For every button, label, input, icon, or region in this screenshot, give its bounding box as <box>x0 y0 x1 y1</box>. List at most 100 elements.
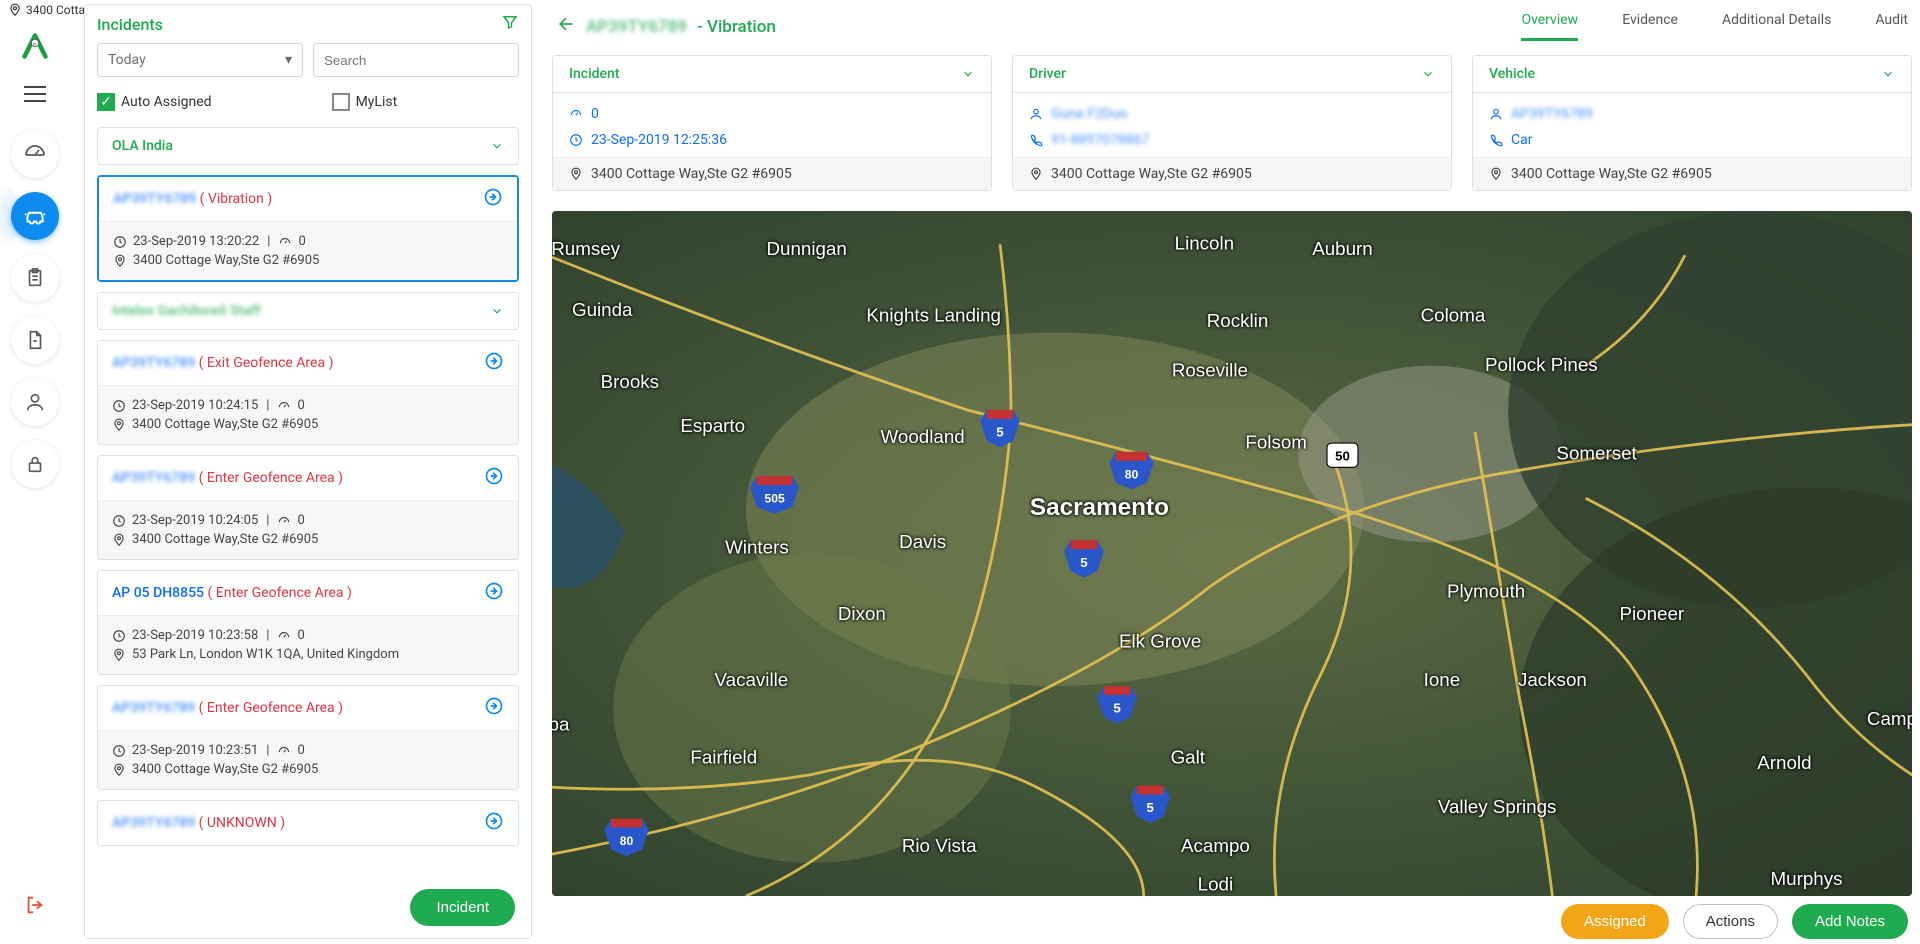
map-city-label: Fairfield <box>690 746 757 767</box>
incident-speed: 0 <box>297 513 304 528</box>
incident-group-header[interactable]: Intelex Gachibowli Staff <box>97 292 519 330</box>
map-city-label: Valley Springs <box>1438 796 1557 817</box>
tab-audit[interactable]: Audit <box>1875 12 1908 41</box>
arrow-right-circle-icon[interactable] <box>484 696 504 720</box>
clock-icon <box>569 133 583 147</box>
driver-phone-value: 91-8897078867 <box>1051 132 1149 148</box>
incident-card[interactable]: AP39TY6789 ( Vibration ) 23-Sep-2019 13:… <box>97 175 519 282</box>
nav-document[interactable] <box>11 316 59 364</box>
incident-datetime: 23-Sep-2019 10:24:05 <box>132 513 258 528</box>
mylist-checkbox[interactable]: MyList <box>332 93 398 111</box>
map-city-label: Acampo <box>1181 835 1250 856</box>
incident-location: 3400 Cottage Way,Ste G2 #6905 <box>132 762 318 777</box>
tab-additional-details[interactable]: Additional Details <box>1722 12 1831 41</box>
arrow-right-circle-icon[interactable] <box>484 466 504 490</box>
vehicle-location-value: 3400 Cottage Way,Ste G2 #6905 <box>1511 166 1712 182</box>
nav-dashboard[interactable] <box>11 130 59 178</box>
incident-location: 53 Park Ln, London W1K 1QA, United Kingd… <box>132 647 399 662</box>
arrow-right-circle-icon[interactable] <box>484 351 504 375</box>
logout-icon[interactable] <box>24 894 46 920</box>
chevron-down-icon <box>490 139 504 153</box>
incident-card[interactable]: AP39TY6789 ( Enter Geofence Area ) 23-Se… <box>97 685 519 790</box>
checkbox-row: ✓ Auto Assigned MyList <box>85 87 531 123</box>
svg-text:5: 5 <box>996 424 1003 439</box>
incident-card[interactable]: AP39TY6789 ( Enter Geofence Area ) 23-Se… <box>97 455 519 560</box>
tab-overview[interactable]: Overview <box>1521 12 1578 41</box>
incident-speed: 0 <box>298 234 305 249</box>
map-city-label: Sacramento <box>1030 494 1169 521</box>
pin-icon <box>1029 167 1043 181</box>
incident-card[interactable]: AP 05 DH8855 ( Enter Geofence Area ) 23-… <box>97 570 519 675</box>
incident-vehicle-id: AP39TY6789 <box>112 355 195 371</box>
incident-card[interactable]: AP39TY6789 ( Exit Geofence Area ) 23-Sep… <box>97 340 519 445</box>
map-city-label: Elk Grove <box>1119 630 1201 651</box>
incident-card-header[interactable]: Incident <box>553 56 991 93</box>
incident-card[interactable]: AP39TY6789 ( UNKNOWN ) <box>97 800 519 846</box>
incident-info-card: Incident 0 23-Sep-2019 12:25:36 3400 Cot… <box>552 55 992 191</box>
incidents-panel-header: Incidents <box>85 5 531 43</box>
chevron-down-icon <box>490 304 504 318</box>
clock-icon <box>112 399 126 413</box>
nav-user[interactable] <box>11 378 59 426</box>
map-city-label: Murphys <box>1771 868 1843 889</box>
detail-vehicle-id: AP39TY6789 <box>586 17 687 37</box>
incident-location: 3400 Cottage Way,Ste G2 #6905 <box>132 417 318 432</box>
speedometer-icon <box>277 399 291 413</box>
pin-icon <box>1489 167 1503 181</box>
create-incident-button[interactable]: Incident <box>410 889 515 926</box>
tab-evidence[interactable]: Evidence <box>1622 12 1678 41</box>
incident-speed: 0 <box>297 628 304 643</box>
actions-button[interactable]: Actions <box>1683 904 1778 939</box>
incident-group-header[interactable]: OLA India <box>97 127 519 165</box>
assigned-button[interactable]: Assigned <box>1561 904 1669 939</box>
incident-type: ( Exit Geofence Area ) <box>195 355 333 371</box>
pin-icon <box>113 254 127 268</box>
nav-incidents[interactable] <box>11 192 59 240</box>
incidents-panel-title: Incidents <box>97 15 163 34</box>
map-city-label: Lincoln <box>1175 233 1234 254</box>
back-arrow-icon[interactable] <box>556 14 576 39</box>
phone-icon <box>1029 133 1043 147</box>
auto-assigned-checkbox[interactable]: ✓ Auto Assigned <box>97 93 212 111</box>
menu-toggle-icon[interactable] <box>24 86 46 106</box>
map-view[interactable]: 5 80 505 50 5 5 5 80 Rumsey Dunnigan Lin… <box>552 211 1912 896</box>
driver-card-header[interactable]: Driver <box>1013 56 1451 93</box>
nav-lock[interactable] <box>11 440 59 488</box>
filter-icon[interactable] <box>501 13 519 35</box>
highway-shield-icon: 50 <box>1327 443 1358 467</box>
driver-location-value: 3400 Cottage Way,Ste G2 #6905 <box>1051 166 1252 182</box>
info-cards-row: Incident 0 23-Sep-2019 12:25:36 3400 Cot… <box>552 55 1912 191</box>
speedometer-icon <box>277 629 291 643</box>
search-input[interactable] <box>313 43 519 77</box>
map-city-label: Plymouth <box>1447 581 1525 602</box>
arrow-right-circle-icon[interactable] <box>484 581 504 605</box>
incident-datetime-value: 23-Sep-2019 12:25:36 <box>591 132 727 148</box>
action-bar: Assigned Actions Add Notes <box>552 896 1912 939</box>
incidents-panel: Incidents Today ▾ ✓ Auto Assigned MyList… <box>84 4 532 939</box>
checkbox-checked-icon: ✓ <box>97 93 115 111</box>
incident-vehicle-id: AP39TY6789 <box>113 191 196 207</box>
nav-clipboard[interactable] <box>11 254 59 302</box>
pin-icon <box>112 418 126 432</box>
map-city-label: Pollock Pines <box>1485 354 1598 375</box>
incident-datetime: 23-Sep-2019 13:20:22 <box>133 234 259 249</box>
incident-group-name: OLA India <box>112 138 173 154</box>
arrow-right-circle-icon[interactable] <box>483 187 503 211</box>
vehicle-type-value: Car <box>1511 132 1532 148</box>
svg-text:5: 5 <box>1080 555 1087 570</box>
map-city-label: Arnold <box>1757 752 1811 773</box>
date-range-select[interactable]: Today ▾ <box>97 43 303 77</box>
arrow-right-circle-icon[interactable] <box>484 811 504 835</box>
vehicle-card-header[interactable]: Vehicle <box>1473 56 1911 93</box>
map-city-label: Galt <box>1171 746 1206 767</box>
speedometer-icon <box>277 744 291 758</box>
app-logo: IIL <box>15 26 55 66</box>
incident-datetime: 23-Sep-2019 10:24:15 <box>132 398 258 413</box>
incidents-scroll-list[interactable]: OLA India AP39TY6789 ( Vibration ) 23-Se… <box>85 123 531 938</box>
driver-info-card: Driver Guna F2Duo 91-8897078867 3400 Cot… <box>1012 55 1452 191</box>
vehicle-id-value: AP39TY6789 <box>1511 106 1593 122</box>
map-city-label: Pioneer <box>1619 603 1684 624</box>
add-notes-button[interactable]: Add Notes <box>1792 904 1908 939</box>
incident-vehicle-id: AP39TY6789 <box>112 700 195 716</box>
map-city-label: Brooks <box>601 371 659 392</box>
